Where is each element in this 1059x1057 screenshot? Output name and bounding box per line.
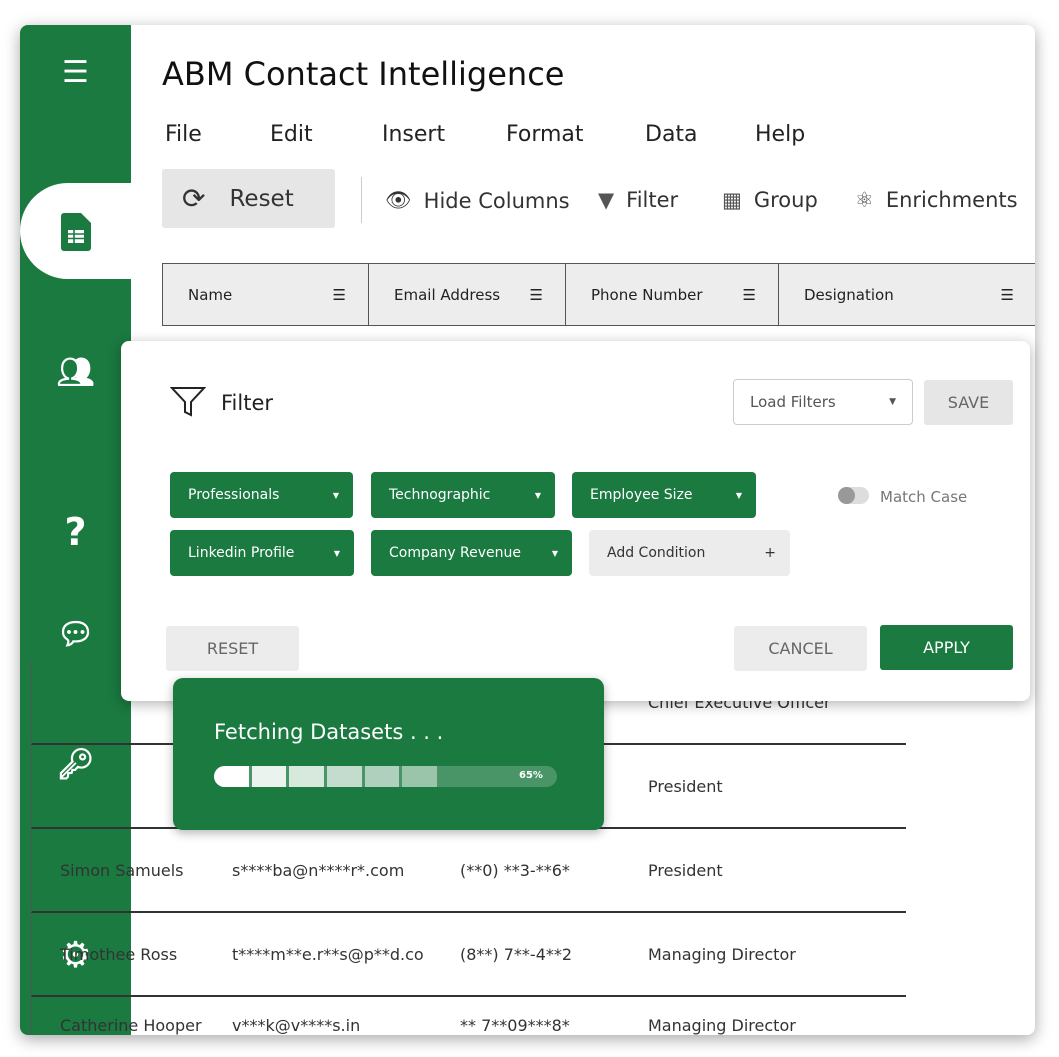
app-title: ABM Contact Intelligence: [162, 55, 565, 93]
cancel-button[interactable]: CANCEL: [734, 626, 867, 671]
filter-chip-company-revenue[interactable]: Company Revenue ▼: [371, 530, 572, 576]
match-case-label: Match Case: [880, 488, 968, 506]
column-menu-icon[interactable]: ☰: [743, 286, 756, 304]
column-label: Email Address: [394, 285, 501, 304]
menu-file[interactable]: File: [165, 122, 202, 147]
caret-down-icon: ▼: [889, 397, 896, 407]
eye-icon: 👁︎: [385, 188, 412, 212]
plus-icon: +: [764, 545, 776, 561]
cell-name: Catherine Hooper: [60, 1016, 202, 1035]
column-header-name[interactable]: Name ☰: [163, 264, 369, 325]
filter-chip-linkedin-profile[interactable]: Linkedin Profile ▼: [170, 530, 354, 576]
help-icon[interactable]: ?: [20, 510, 131, 554]
progress-percent: 65%: [519, 770, 543, 781]
funnel-icon: ▼: [598, 188, 615, 212]
filter-chip-professionals[interactable]: Professionals ▼: [170, 472, 353, 518]
cell-name: Simon Samuels: [60, 860, 184, 880]
filter-chip-technographic[interactable]: Technographic ▼: [371, 472, 555, 518]
cell-designation: Managing Director: [648, 1016, 796, 1035]
cell-designation: Managing Director: [648, 944, 796, 964]
enrichments-label: Enrichments: [885, 188, 1018, 212]
menu-insert[interactable]: Insert: [382, 122, 445, 147]
filter-dialog: Filter Load Filters ▼ SAVE Professionals ▼…: [121, 341, 1030, 701]
cell-email: v***k@v****s.in: [232, 1016, 361, 1035]
progress-segment: [289, 766, 324, 787]
column-menu-icon[interactable]: ☰: [530, 286, 543, 304]
cell-email: s****ba@n****r*.com: [232, 860, 405, 880]
column-label: Phone Number: [591, 285, 703, 304]
match-case-toggle[interactable]: [838, 487, 869, 504]
cell-phone: (**0) **3-**6*: [460, 860, 570, 880]
reset-label: Reset: [229, 185, 294, 212]
filter-button[interactable]: ▼ Filter: [598, 188, 678, 212]
users-icon[interactable]: 👥︎: [20, 355, 131, 390]
menu-help[interactable]: Help: [755, 122, 805, 147]
progress-bar: [214, 766, 557, 787]
data-table: Name ☰ Email Address ☰ Phone Number ☰ Desig…: [162, 263, 1035, 326]
grid-icon: ▦: [722, 188, 742, 212]
group-button[interactable]: ▦ Group: [722, 188, 818, 212]
cell-phone: (8**) 7**-4**2: [460, 944, 573, 964]
chip-label: Professionals: [188, 487, 280, 503]
chat-icon[interactable]: 💬︎: [20, 617, 131, 652]
group-label: Group: [753, 188, 818, 212]
table-row[interactable]: Simon Samuels s****ba@n****r*.com (**0) **…: [31, 829, 906, 913]
menu-edit[interactable]: Edit: [270, 122, 313, 147]
apply-button[interactable]: APPLY: [880, 625, 1013, 670]
progress-segment: [402, 766, 437, 787]
menu-icon[interactable]: ☰: [20, 55, 131, 90]
filter-title: Filter: [221, 391, 274, 415]
menu-format[interactable]: Format: [506, 122, 584, 147]
divider: [361, 177, 362, 223]
caret-down-icon: ▼: [534, 490, 541, 500]
filter-reset-button[interactable]: RESET: [166, 626, 299, 671]
atom-icon: ⚛: [855, 188, 874, 212]
enrichments-button[interactable]: ⚛ Enrichments: [855, 188, 1018, 212]
filter-label: Filter: [626, 188, 679, 212]
chip-label: Employee Size: [590, 487, 693, 503]
refresh-icon: ⟳: [182, 182, 206, 215]
progress-segment: [214, 766, 249, 787]
spreadsheet-icon[interactable]: [20, 213, 131, 259]
cell-designation: President: [648, 860, 723, 880]
progress-segment: [364, 766, 400, 787]
cell-name: Timothee Ross: [60, 944, 178, 964]
add-condition-button[interactable]: Add Condition +: [589, 530, 790, 576]
hide-columns-button[interactable]: 👁︎ Hide Columns: [385, 188, 570, 213]
cell-designation: President: [648, 776, 723, 796]
chip-label: Company Revenue: [389, 545, 522, 561]
menu-data[interactable]: Data: [645, 122, 698, 147]
save-filter-button[interactable]: SAVE: [924, 380, 1013, 425]
table-header: Name ☰ Email Address ☰ Phone Number ☰ Desig…: [162, 263, 1035, 326]
hide-columns-label: Hide Columns: [423, 188, 570, 213]
column-header-designation[interactable]: Designation ☰: [779, 264, 1035, 325]
caret-down-icon: ▼: [551, 548, 558, 558]
caret-down-icon: ▼: [332, 490, 339, 500]
column-label: Designation: [804, 285, 894, 304]
table-row[interactable]: Catherine Hooper v***k@v****s.in ** 7**09*…: [31, 997, 906, 1035]
fetching-datasets-toast: Fetching Datasets . . . 65%: [173, 678, 604, 830]
column-menu-icon[interactable]: ☰: [333, 286, 346, 304]
column-header-email[interactable]: Email Address ☰: [369, 264, 566, 325]
caret-down-icon: ▼: [735, 490, 742, 500]
column-menu-icon[interactable]: ☰: [1001, 286, 1014, 304]
table-row[interactable]: Timothee Ross t****m**e.r**s@p**d.co (8**)…: [31, 913, 906, 997]
funnel-icon: [170, 387, 206, 417]
column-label: Name: [188, 285, 233, 304]
progress-segment: [326, 766, 362, 787]
cell-phone: ** 7**09***8*: [460, 1016, 570, 1035]
load-filters-label: Load Filters: [750, 393, 836, 411]
column-header-phone[interactable]: Phone Number ☰: [566, 264, 779, 325]
add-condition-label: Add Condition: [607, 545, 706, 561]
filter-chip-employee-size[interactable]: Employee Size ▼: [572, 472, 756, 518]
load-filters-dropdown[interactable]: Load Filters ▼: [733, 379, 913, 425]
cell-email: t****m**e.r**s@p**d.co: [232, 944, 424, 964]
progress-segment: [251, 766, 287, 787]
caret-down-icon: ▼: [333, 548, 340, 558]
chip-label: Technographic: [389, 487, 491, 503]
chip-label: Linkedin Profile: [188, 545, 295, 561]
fetching-label: Fetching Datasets . . .: [214, 720, 444, 744]
reset-button[interactable]: ⟳ Reset: [162, 169, 335, 228]
